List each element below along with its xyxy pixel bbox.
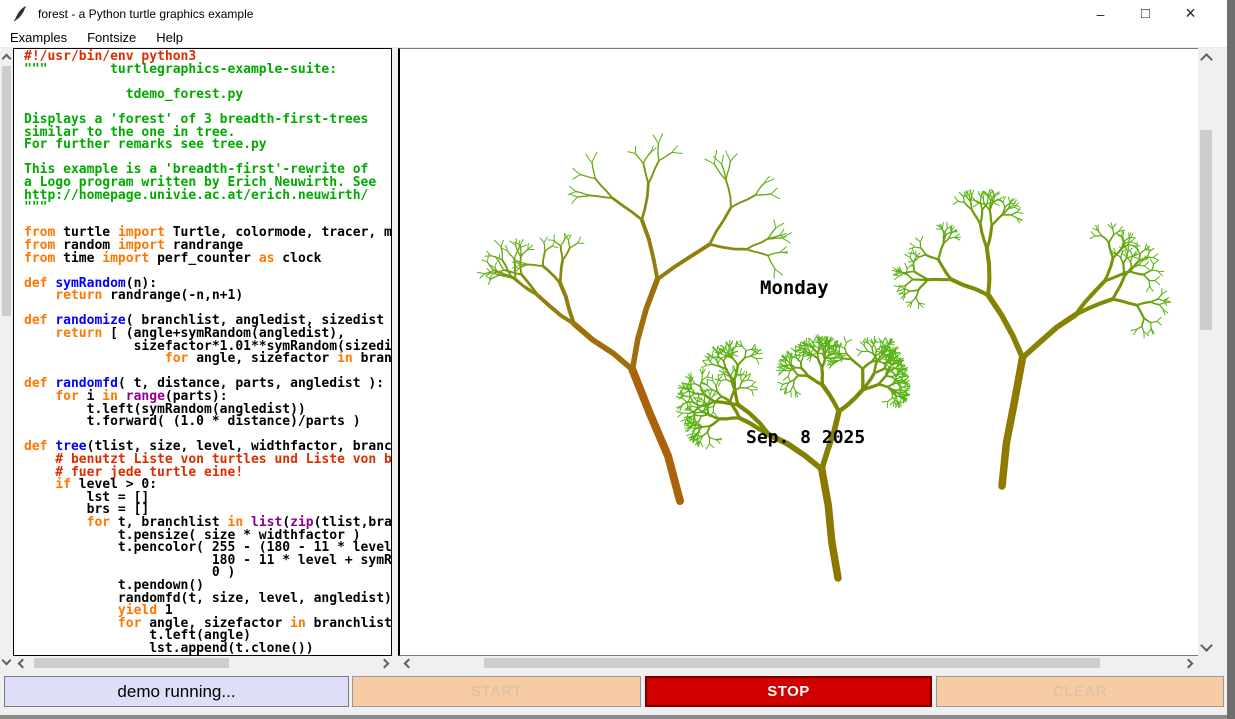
code-text: #!/usr/bin/env python3""" turtlegraphics… <box>24 51 392 656</box>
window-title: forest - a Python turtle graphics exampl… <box>38 7 253 21</box>
maximize-button[interactable]: □ <box>1123 0 1168 27</box>
menu-examples[interactable]: Examples <box>0 27 77 48</box>
code-vscroll-thumb[interactable] <box>2 66 11 316</box>
clear-button[interactable]: CLEAR <box>936 676 1224 707</box>
turtle-canvas: Monday Sep. 8 2025 <box>398 48 1198 656</box>
canvas-text-label: Sep. 8 2025 <box>746 427 865 448</box>
menu-bar: Examples Fontsize Help <box>0 27 1227 48</box>
code-pane[interactable]: #!/usr/bin/env python3""" turtlegraphics… <box>13 48 392 656</box>
start-button[interactable]: START <box>352 676 641 707</box>
app-window: forest - a Python turtle graphics exampl… <box>0 0 1235 719</box>
menu-help[interactable]: Help <box>146 27 193 48</box>
scroll-left-icon[interactable] <box>16 656 28 670</box>
scroll-right-icon[interactable] <box>1182 656 1194 670</box>
scroll-down-icon[interactable] <box>0 654 13 666</box>
menu-fontsize[interactable]: Fontsize <box>77 27 146 48</box>
code-hscroll-thumb[interactable] <box>34 658 229 668</box>
canvas-horizontal-scrollbar[interactable] <box>398 656 1198 670</box>
scroll-up-icon[interactable] <box>0 52 13 64</box>
canvas-text-label: Monday <box>760 277 829 299</box>
python-feather-icon <box>12 5 28 22</box>
scroll-up-icon[interactable] <box>1198 53 1214 65</box>
forest-drawing <box>400 49 1198 655</box>
minimize-button[interactable]: – <box>1078 0 1123 27</box>
code-horizontal-scrollbar[interactable] <box>14 656 392 670</box>
canvas-vertical-scrollbar[interactable] <box>1198 48 1214 656</box>
scroll-right-icon[interactable] <box>378 656 390 670</box>
scroll-down-icon[interactable] <box>1198 639 1214 651</box>
window-bottom-edge <box>0 715 1227 719</box>
code-vertical-scrollbar[interactable] <box>0 48 13 670</box>
scroll-left-icon[interactable] <box>402 656 414 670</box>
canvas-hscroll-thumb[interactable] <box>484 658 1100 668</box>
window-right-edge <box>1227 0 1235 719</box>
close-button[interactable]: × <box>1168 0 1213 27</box>
canvas-vscroll-thumb[interactable] <box>1200 130 1212 330</box>
stop-button[interactable]: STOP <box>645 676 932 707</box>
title-bar: forest - a Python turtle graphics exampl… <box>0 0 1227 27</box>
status-message: demo running... <box>4 676 349 707</box>
